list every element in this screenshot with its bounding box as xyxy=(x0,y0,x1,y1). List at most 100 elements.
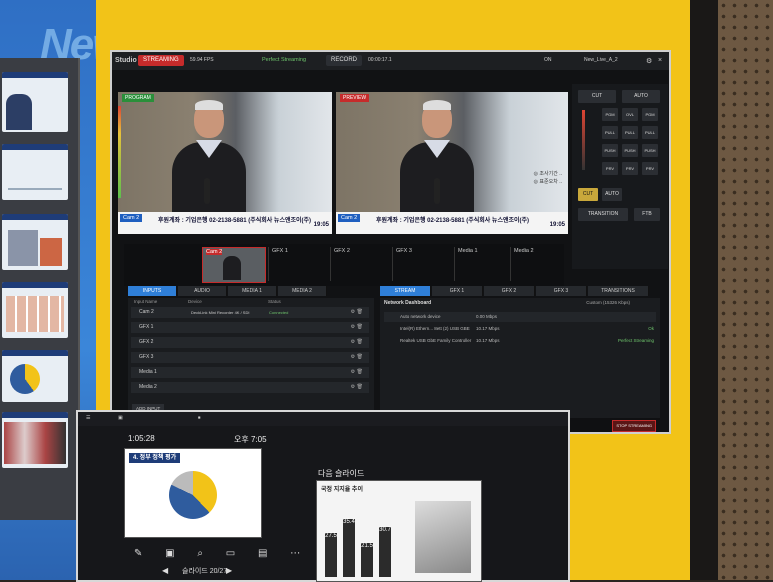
control-pad[interactable]: PGM xyxy=(642,108,658,121)
control-pad[interactable]: PULL xyxy=(602,126,618,139)
gear-icon[interactable]: ⚙ 🗑 xyxy=(351,352,363,363)
network-row[interactable]: Realtek USB GbE Family Controller 10.17 M… xyxy=(384,336,656,346)
lower-third: Cam 2 후원계좌 : 기업은행 02-2138-5881 (주식회사 뉴스앤… xyxy=(118,212,332,234)
streaming-badge[interactable]: STREAMING xyxy=(138,55,184,66)
input-row[interactable]: Cam 2 DeckLink Mini Recorder 4K / SDI Conn… xyxy=(131,307,369,318)
clock: 오후 7:05 xyxy=(234,435,267,444)
mini-auto-button[interactable]: AUTO xyxy=(602,188,622,201)
column-header: Status xyxy=(268,299,281,304)
source-cam2[interactable]: Cam 2 xyxy=(202,247,266,283)
record-button[interactable]: RECORD xyxy=(326,55,363,66)
auto-button[interactable]: AUTO xyxy=(622,90,660,103)
next-slide-title: 국정 지지율 추이 xyxy=(321,487,363,493)
source-gfx1[interactable]: GFX 1 xyxy=(268,247,331,281)
tab-gfx2[interactable]: GFX 2 xyxy=(484,286,535,296)
thumbnail[interactable] xyxy=(2,72,68,132)
gear-icon[interactable]: ⚙ 🗑 xyxy=(351,307,363,318)
display-settings-icon[interactable]: ▣ xyxy=(118,415,123,421)
network-name: Intel(R) Ethern... 8ett (2) USB GBE xyxy=(400,326,470,331)
stop-streaming-button[interactable]: STOP STREAMING xyxy=(612,420,656,432)
control-pad[interactable]: PRV xyxy=(622,162,638,175)
network-row[interactable]: Auto network device 0.00 Mbps xyxy=(384,312,656,322)
source-media1[interactable]: Media 1 xyxy=(454,247,517,281)
input-row[interactable]: GFX 2 ⚙ 🗑 xyxy=(131,337,369,348)
tab-media1[interactable]: MEDIA 1 xyxy=(228,286,277,296)
mini-cut-button[interactable]: CUT xyxy=(578,188,598,201)
source-bar: Cam 2 GFX 1 GFX 2 GFX 3 Media 1 Media 2 xyxy=(124,244,564,286)
source-label: Media 2 xyxy=(514,248,534,254)
tab-gfx1[interactable]: GFX 1 xyxy=(432,286,483,296)
source-label: Cam 2 xyxy=(206,249,223,255)
source-label: GFX 1 xyxy=(272,248,288,254)
transition-button[interactable]: TRANSITION xyxy=(578,208,628,221)
preview-monitor: PREVIEW ◎ 조사기간 .. ◎ 표준오차 .. Cam 2 후원계좌 :… xyxy=(336,92,568,234)
gear-icon[interactable]: ⚙ 🗑 xyxy=(351,337,363,348)
input-row[interactable]: GFX 3 ⚙ 🗑 xyxy=(131,352,369,363)
thumbnail[interactable] xyxy=(2,412,68,468)
source-label: GFX 3 xyxy=(396,248,412,254)
stream-tabs: STREAM GFX 1 GFX 2 GFX 3 TRANSITIONS xyxy=(380,286,660,296)
network-row[interactable]: Intel(R) Ethern... 8ett (2) USB GBE 10.17… xyxy=(384,324,656,334)
control-pad[interactable]: PRV xyxy=(642,162,658,175)
settings-gear-icon[interactable]: ⚙ xyxy=(646,57,652,65)
thumbnail[interactable] xyxy=(2,144,68,200)
next-slide-icon[interactable]: ▶ xyxy=(226,566,232,575)
prev-slide-icon[interactable]: ◀ xyxy=(162,566,168,575)
presenter-tools[interactable]: ✎ ▣ ⌕ ▭ ▤ ⋯ xyxy=(134,548,310,559)
product-photo xyxy=(415,501,471,573)
input-name: GFX 3 xyxy=(139,354,154,360)
menu-icon[interactable]: ☰ xyxy=(86,415,90,421)
gear-icon[interactable]: ⚙ 🗑 xyxy=(351,367,363,378)
gear-icon[interactable]: ⚙ 🗑 xyxy=(351,322,363,333)
control-pad[interactable]: PULL xyxy=(642,126,658,139)
control-pad[interactable]: PUSH xyxy=(602,144,618,157)
tab-media2[interactable]: MEDIA 2 xyxy=(278,286,327,296)
current-slide-title: 4. 정부 정책 평가 xyxy=(129,453,181,463)
control-pad[interactable]: PRV xyxy=(602,162,618,175)
thumbnail[interactable] xyxy=(2,350,68,402)
network-name: Realtek USB GbE Family Controller xyxy=(400,338,472,343)
input-status: Connected xyxy=(269,310,289,315)
studio-window: Studio STREAMING 59.94 FPS Perfect Strea… xyxy=(112,52,669,432)
column-header: Input Name xyxy=(134,299,158,304)
control-pad[interactable]: PULL xyxy=(622,126,638,139)
slide-counter: 슬라이드 20/27 xyxy=(182,568,228,575)
input-name: GFX 1 xyxy=(139,324,154,330)
next-slide: 국정 지지율 추이 27.5 35.4 21.5 30.7 xyxy=(316,480,482,582)
tab-audio[interactable]: AUDIO xyxy=(178,286,227,296)
tab-inputs[interactable]: INPUTS xyxy=(128,286,177,296)
network-status: Ok xyxy=(648,326,654,331)
thumbnail[interactable] xyxy=(2,282,68,338)
lower-third-tag: Cam 2 xyxy=(338,214,361,222)
input-row[interactable]: Media 2 ⚙ 🗑 xyxy=(131,382,369,393)
lower-third-tag: Cam 2 xyxy=(120,214,143,222)
current-slide: 4. 정부 정책 평가 xyxy=(124,448,262,538)
control-pad[interactable]: PUSH xyxy=(642,144,658,157)
source-media2[interactable]: Media 2 xyxy=(510,247,573,281)
tab-transitions[interactable]: TRANSITIONS xyxy=(588,286,649,296)
stream-status: Perfect Streaming xyxy=(262,57,307,63)
source-gfx2[interactable]: GFX 2 xyxy=(330,247,393,281)
source-gfx3[interactable]: GFX 3 xyxy=(392,247,455,281)
bar-graphic: 27.5 xyxy=(325,533,337,577)
control-pad[interactable]: OVL xyxy=(622,108,638,121)
pegboard-wall xyxy=(718,0,773,580)
transition-slider[interactable] xyxy=(582,110,585,170)
input-name: Media 1 xyxy=(139,369,157,375)
control-pad[interactable]: PGM xyxy=(602,108,618,121)
gear-icon[interactable]: ⚙ 🗑 xyxy=(351,382,363,393)
tab-stream[interactable]: STREAM xyxy=(380,286,431,296)
close-icon[interactable]: × xyxy=(658,57,662,64)
input-row[interactable]: GFX 1 ⚙ 🗑 xyxy=(131,322,369,333)
network-rate: 10.17 Mbps xyxy=(476,338,500,343)
lower-third-time: 19:05 xyxy=(549,222,565,228)
survey-note: ◎ 조사기간 .. xyxy=(533,171,562,177)
control-pad[interactable]: PUSH xyxy=(622,144,638,157)
thumbnail[interactable] xyxy=(2,214,68,270)
input-row[interactable]: Media 1 ⚙ 🗑 xyxy=(131,367,369,378)
end-show-icon[interactable]: ⏹ xyxy=(198,415,201,421)
ftb-button[interactable]: FTB xyxy=(634,208,660,221)
cut-button[interactable]: CUT xyxy=(578,90,616,103)
lower-third: Cam 2 후원계좌 : 기업은행 02-2138-5881 (주식회사 뉴스앤… xyxy=(336,212,568,234)
tab-gfx3[interactable]: GFX 3 xyxy=(536,286,587,296)
